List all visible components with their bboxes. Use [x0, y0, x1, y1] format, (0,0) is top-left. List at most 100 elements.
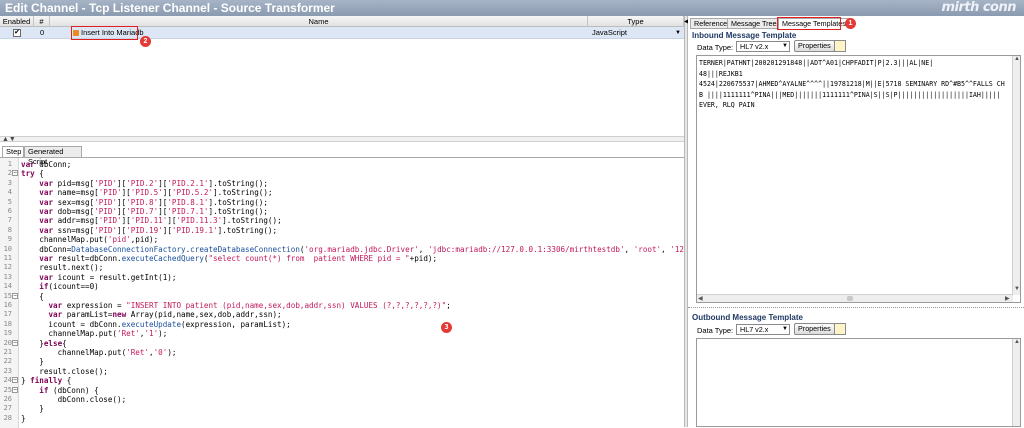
code-line[interactable]: channelMap.put('Ret','1'); [21, 329, 167, 338]
code-line[interactable]: channelMap.put('pid',pid); [21, 235, 158, 244]
scroll-left-icon[interactable]: ◀ [698, 295, 703, 302]
code-editor[interactable]: 1 2−3 4 5 6 7 8 9 10 11 12 13 14 15−16 17 18 19 20−21 22 23… [0, 157, 725, 428]
code-line[interactable]: var paramList=new Array(pid,name,sex,dob… [21, 310, 281, 319]
template-line[interactable]: 4524|220675537|AHMED^AYALNE^^^^||1978121… [699, 80, 1005, 89]
mirth-logo: mirth conn [941, 0, 1016, 15]
code-line[interactable]: { [21, 292, 44, 301]
chevron-down-icon: ▼ [782, 43, 788, 49]
scroll-thumb[interactable] [847, 296, 853, 301]
fold-toggle-icon[interactable]: − [12, 339, 18, 346]
inbound-template-textarea[interactable]: TERNER|PATHNT|200201291848||ADT^A01|CHPF… [696, 55, 1021, 303]
line-number: 16 [3, 301, 12, 309]
tab-reference[interactable]: Reference [690, 18, 732, 29]
code-line[interactable]: var pid=msg['PID']['PID.2']['PID.2.1'].t… [21, 179, 268, 188]
pane-splitter[interactable]: ▲▼ [0, 136, 684, 143]
template-line[interactable]: B ||||1111111^PINA|||MED|||||||1111111^P… [699, 91, 1001, 100]
line-number: 25 [3, 385, 12, 394]
tab-step[interactable]: Step [2, 146, 24, 157]
inbound-data-type-select[interactable]: HL7 v2.x ▼ [736, 41, 790, 52]
outbound-template-textarea[interactable]: ▲ [696, 338, 1021, 427]
code-line[interactable]: var ssn=msg['PID']['PID.19']['PID.19.1']… [21, 226, 277, 235]
scroll-up-icon[interactable]: ▲ [1014, 56, 1020, 62]
line-number: 13 [3, 272, 12, 281]
code-line[interactable]: result.next(); [21, 263, 103, 272]
column-number[interactable]: # [34, 16, 50, 27]
code-line[interactable]: } [21, 414, 26, 423]
inbound-data-type-value: HL7 v2.x [740, 42, 769, 51]
template-separator [688, 307, 1024, 310]
code-line[interactable]: icount = dbConn.executeUpdate(expression… [21, 320, 290, 329]
fold-toggle-icon[interactable]: − [12, 292, 18, 299]
line-number: 18 [3, 319, 12, 328]
line-number: 17 [3, 310, 12, 319]
code-line[interactable]: } finally { [21, 376, 71, 385]
step-type[interactable]: JavaScript [592, 27, 627, 39]
collapse-arrow-icon[interactable]: ▲▼ [2, 136, 16, 143]
fold-toggle-icon[interactable]: − [12, 170, 18, 177]
code-line[interactable]: var name=msg['PID']['PID.5']['PID.5.2'].… [21, 188, 272, 197]
line-number: 19 [3, 329, 12, 338]
code-line[interactable]: }else{ [21, 339, 66, 348]
line-number: 2 [7, 169, 12, 178]
step-number: 0 [40, 28, 45, 37]
tab-generated-script[interactable]: Generated Script [24, 146, 82, 166]
code-line[interactable]: var expression = "INSERT INTO patient (p… [21, 301, 450, 310]
code-line[interactable]: var dob=msg['PID']['PID.7']['PID.7.1'].t… [21, 207, 268, 216]
tab-message-trees[interactable]: Message Trees [727, 18, 785, 29]
scroll-right-icon[interactable]: ▶ [1005, 295, 1010, 302]
template-line[interactable]: EVER, RLQ PAIN [699, 101, 755, 110]
line-number: 10 [3, 244, 12, 253]
outbound-vertical-scrollbar[interactable]: ▲ [1012, 339, 1020, 426]
line-number: 14 [3, 282, 12, 291]
code-line[interactable]: result.close(); [21, 367, 108, 376]
line-number: 12 [3, 263, 12, 272]
chevron-down-icon: ▼ [782, 326, 788, 332]
outbound-data-type-label: Data Type: [697, 326, 734, 335]
scroll-down-icon[interactable]: ▼ [1014, 286, 1020, 292]
templates-panel: Reference Message Trees Message Template… [688, 16, 1024, 427]
fold-toggle-icon[interactable]: − [12, 386, 18, 393]
annotation-box-step [71, 26, 138, 40]
code-line[interactable]: } [21, 357, 44, 366]
type-dropdown-icon[interactable]: ▼ [675, 27, 681, 39]
code-line[interactable]: if(icount==0) [21, 282, 98, 291]
inbound-open-file-icon[interactable] [834, 40, 846, 52]
code-line[interactable]: var dbConn; [21, 160, 71, 169]
code-line[interactable]: var sex=msg['PID']['PID.8']['PID.8.1'].t… [21, 198, 268, 207]
line-number: 22 [3, 357, 12, 366]
line-number: 11 [3, 254, 12, 262]
code-line[interactable]: } [21, 404, 44, 413]
code-line[interactable]: dbConn.close(); [21, 395, 127, 404]
line-number: 23 [3, 366, 12, 375]
outbound-open-file-icon[interactable] [834, 323, 846, 335]
outbound-data-type-select[interactable]: HL7 v2.x ▼ [736, 324, 790, 335]
template-line[interactable]: 48|||REJKB1 [699, 70, 743, 79]
column-type[interactable]: Type [588, 16, 684, 27]
inbound-data-type-label: Data Type: [697, 43, 734, 52]
column-enabled[interactable]: Enabled [0, 16, 34, 27]
annotation-badge-3: 3 [441, 322, 452, 333]
enabled-checkbox[interactable]: ✔ [13, 29, 21, 37]
template-line[interactable]: TERNER|PATHNT|200201291848||ADT^A01|CHPF… [699, 59, 933, 68]
annotation-badge-1: 1 [845, 18, 856, 29]
inbound-properties-button[interactable]: Properties [794, 40, 835, 52]
code-line[interactable]: if (dbConn) { [21, 386, 98, 395]
line-number: 20 [3, 338, 12, 347]
code-line[interactable]: channelMap.put('Ret','0'); [21, 348, 177, 357]
line-number: 15 [3, 291, 12, 300]
line-number-gutter: 1 2−3 4 5 6 7 8 9 10 11 12 13 14 15−16 17 18 19 20−21 22 23… [0, 158, 19, 428]
code-line[interactable]: var icount = result.getInt(1); [21, 273, 176, 282]
scroll-up-icon[interactable]: ▲ [1014, 339, 1020, 345]
window-title: Edit Channel - Tcp Listener Channel - So… [5, 1, 335, 15]
line-number: 1 [7, 160, 12, 168]
inbound-vertical-scrollbar[interactable]: ▲ ▼ [1012, 56, 1020, 295]
code-line[interactable]: try { [21, 169, 44, 178]
code-line[interactable]: var addr=msg['PID']['PID.11']['PID.11.3'… [21, 216, 281, 225]
fold-toggle-icon[interactable]: − [12, 377, 18, 384]
code-line[interactable]: var result=dbConn.executeCachedQuery("se… [21, 254, 437, 263]
line-number: 5 [7, 197, 12, 206]
outbound-properties-button[interactable]: Properties [794, 323, 835, 335]
code-line[interactable]: dbConn=DatabaseConnectionFactory.createD… [21, 245, 725, 254]
inbound-horizontal-scrollbar[interactable]: ◀ ▶ [697, 294, 1013, 302]
annotation-box-templates [777, 17, 841, 30]
